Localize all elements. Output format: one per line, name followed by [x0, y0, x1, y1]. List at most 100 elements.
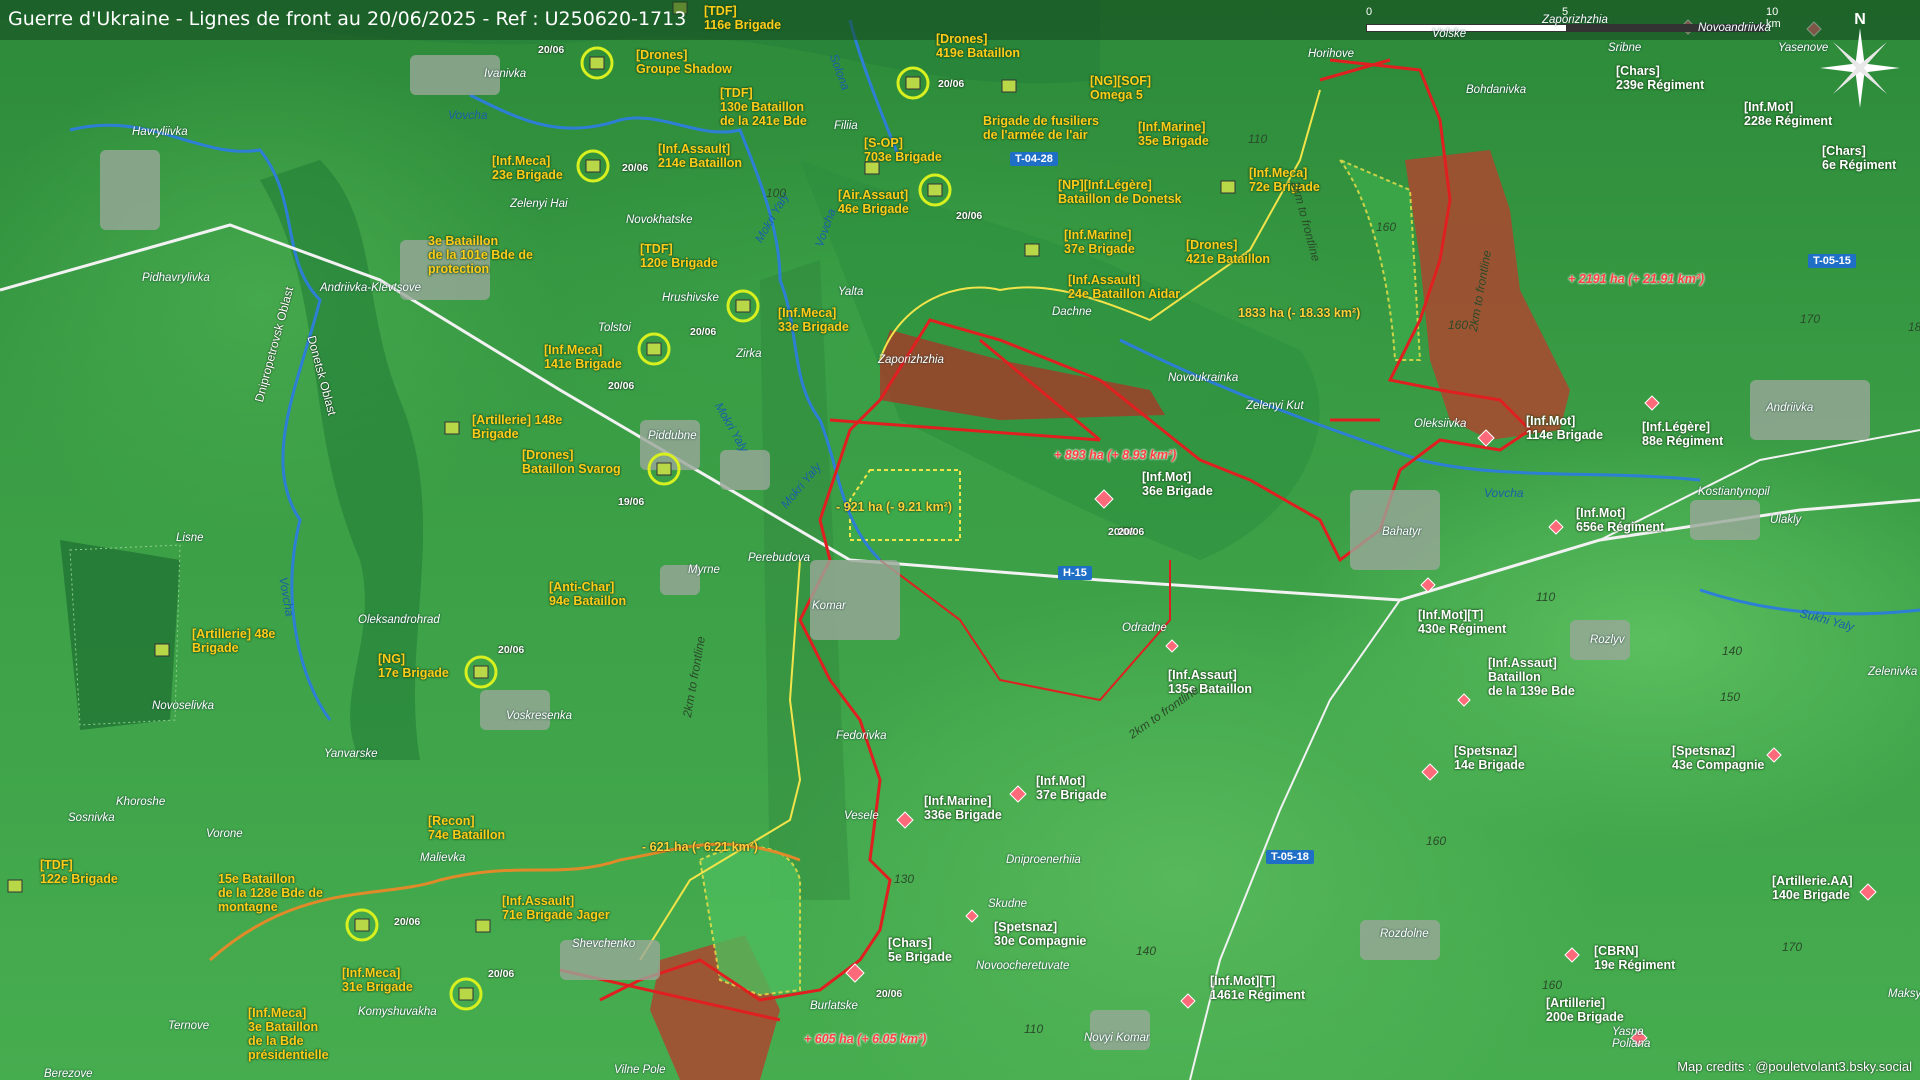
date-3: 20/06	[938, 78, 965, 90]
ua-infassault-24[interactable]: [Inf.Assault] 24e Bataillon Aidar	[1068, 273, 1180, 301]
place-ivanivka: Ivanivka	[484, 68, 527, 80]
ru-infmot-114[interactable]: [Inf.Mot] 114e Brigade	[1526, 414, 1603, 442]
road-t0515: T-05-15	[1808, 254, 1856, 268]
ua-fusiliers[interactable]: Brigade de fusiliers de l'armée de l'air	[983, 114, 1099, 142]
ru-infmot-37[interactable]: [Inf.Mot] 37e Brigade	[1036, 774, 1107, 802]
ua-infmeca-141[interactable]: [Inf.Meca] 141e Brigade	[544, 343, 622, 371]
ru-spetsnaz-43[interactable]: [Spetsnaz] 43e Compagnie	[1672, 744, 1764, 772]
map-credits: Map credits : @pouletvolant3.bsky.social	[1677, 1059, 1912, 1074]
elev-160b: 160	[1448, 318, 1469, 332]
ua-gain-1833	[1336, 157, 1422, 361]
ru-spetsnaz-30[interactable]: [Spetsnaz] 30e Compagnie	[994, 920, 1086, 948]
ua-np-donetsk[interactable]: [NP][Inf.Légère] Bataillon de Donetsk	[1058, 178, 1182, 206]
ru-artaa-140[interactable]: [Artillerie.AA] 140e Brigade	[1772, 874, 1853, 902]
ua-infmeca-33[interactable]: [Inf.Meca] 33e Brigade	[778, 306, 849, 334]
area-893: + 893 ha (+ 8.93 km²)	[1054, 448, 1177, 462]
ru-artillerie-200[interactable]: [Artillerie] 200e Brigade	[1546, 996, 1624, 1024]
elev-170b: 170	[1782, 940, 1803, 954]
place-kostiantynopil: Kostiantynopil	[1698, 486, 1770, 498]
place-vorone: Vorone	[206, 828, 243, 840]
place-zaporizhzhia: Zaporizhzhia	[878, 354, 944, 366]
ua-tdf-120[interactable]: [TDF] 120e Brigade	[640, 242, 718, 270]
place-vilne-pole: Vilne Pole	[614, 1064, 666, 1076]
scale-label-0: 0	[1366, 6, 1373, 18]
place-yanvarske: Yanvarske	[324, 748, 378, 760]
ua-drones-419[interactable]: [Drones] 419e Bataillon	[936, 32, 1020, 60]
river-vovcha-4: Vovcha	[1484, 486, 1524, 500]
place-zirka: Zirka	[736, 348, 762, 360]
ru-spetsnaz-14[interactable]: [Spetsnaz] 14e Brigade	[1454, 744, 1525, 772]
ru-infmot-36[interactable]: [Inf.Mot] 36e Brigade	[1142, 470, 1213, 498]
ua-infmeca-23[interactable]: [Inf.Meca] 23e Brigade	[492, 154, 563, 182]
ru-infassault-139[interactable]: [Inf.Assaut] Bataillon de la 139e Bde	[1488, 656, 1575, 698]
ua-airassault-46[interactable]: [Air.Assaut] 46e Brigade	[838, 188, 909, 216]
ru-chars-239[interactable]: [Chars] 239e Régiment	[1616, 64, 1704, 92]
place-lisne: Lisne	[176, 532, 204, 544]
place-berezove: Berezove	[44, 1068, 93, 1080]
ua-recon-74[interactable]: [Recon] 74e Bataillon	[428, 814, 505, 842]
ru-infmot-228[interactable]: [Inf.Mot] 228e Régiment	[1744, 100, 1832, 128]
ua-infmarine-35[interactable]: [Inf.Marine] 35e Brigade	[1138, 120, 1209, 148]
ru-chars-5[interactable]: [Chars] 5e Brigade	[888, 936, 952, 964]
ru-inflegere-88[interactable]: [Inf.Légère] 88e Régiment	[1642, 420, 1723, 448]
place-zaporizhzhia-top: Zaporizhzhia	[1542, 14, 1608, 26]
ru-infmot-656[interactable]: [Inf.Mot] 656e Régiment	[1576, 506, 1664, 534]
place-zelenyi-hai: Zelenyi Hai	[510, 198, 568, 210]
elev-160c: 160	[1426, 834, 1447, 848]
ua-tdf-116[interactable]: [TDF] 116e Brigade	[704, 4, 781, 32]
ru-infmot-1461[interactable]: [Inf.Mot][T] 1461e Régiment	[1210, 974, 1305, 1002]
area-1833: 1833 ha (- 18.33 km²)	[1238, 306, 1361, 320]
ua-tdf-130[interactable]: [TDF] 130e Bataillon de la 241e Bde	[720, 86, 807, 128]
ua-infassault-71[interactable]: [Inf.Assault] 71e Brigade Jager	[502, 894, 610, 922]
place-horihove: Horihove	[1308, 48, 1355, 60]
elev-110c: 110	[1024, 1022, 1044, 1036]
place-sosnivka: Sosnivka	[68, 812, 115, 824]
place-oleksiivka: Oleksiivka	[1414, 418, 1467, 430]
ua-ng-17[interactable]: [NG] 17e Brigade	[378, 652, 449, 680]
map-terrain	[0, 0, 1920, 1080]
ua-drones-421[interactable]: [Drones] 421e Bataillon	[1186, 238, 1270, 266]
ua-infassault-214[interactable]: [Inf.Assault] 214e Bataillon	[658, 142, 742, 170]
elev-110b: 110	[1536, 590, 1556, 604]
place-dachne: Dachne	[1052, 306, 1092, 318]
ua-artillerie-148[interactable]: [Artillerie] 148e Brigade	[472, 413, 562, 441]
place-volske: Volske	[1432, 28, 1467, 40]
date-13: 20/06	[1118, 526, 1145, 538]
ru-cbrn-19[interactable]: [CBRN] 19e Régiment	[1594, 944, 1675, 972]
ua-infmarine-37[interactable]: [Inf.Marine] 37e Brigade	[1064, 228, 1135, 256]
ru-infmot-430[interactable]: [Inf.Mot][T] 430e Régiment	[1418, 608, 1506, 636]
place-komyshuvakha: Komyshuvakha	[358, 1006, 437, 1018]
place-zelenyi-kut: Zelenyi Kut	[1246, 400, 1304, 412]
place-oleksandrohrad: Oleksandrohrad	[358, 614, 440, 626]
elev-160d: 160	[1542, 978, 1563, 992]
date-4: 20/06	[956, 210, 983, 222]
place-andriivka: Andriivka	[1766, 402, 1814, 414]
ru-infmarine-336[interactable]: [Inf.Marine] 336e Brigade	[924, 794, 1002, 822]
ua-infmeca-3[interactable]: [Inf.Meca] 3e Bataillon de la Bde présid…	[248, 1006, 329, 1062]
ua-sop-703[interactable]: [S-OP] 703e Brigade	[864, 136, 942, 164]
ua-3e-bataillon[interactable]: 3e Bataillon de la 101e Bde de protectio…	[428, 234, 533, 276]
place-filiia: Filiia	[834, 120, 858, 132]
ua-infmeca-72[interactable]: [Inf.Meca] 72e Brigade	[1249, 166, 1320, 194]
elev-160a: 160	[1376, 220, 1397, 234]
place-voskresenka: Voskresenka	[506, 710, 573, 722]
elev-140b: 140	[1136, 944, 1157, 958]
place-bahatyr: Bahatyr	[1382, 526, 1422, 538]
ua-15e-bataillon[interactable]: 15e Bataillon de la 128e Bde de montagne	[218, 872, 323, 914]
ua-drones-svarog[interactable]: [Drones] Bataillon Svarog	[522, 448, 621, 476]
ua-drones-shadow[interactable]: [Drones] Groupe Shadow	[636, 48, 732, 76]
ua-antichar-94[interactable]: [Anti-Char] 94e Bataillon	[549, 580, 626, 608]
place-yalta: Yalta	[838, 286, 864, 298]
area-621: - 621 ha (- 6.21 km²)	[642, 840, 759, 854]
ua-ng-sof[interactable]: [NG][SOF] Omega 5	[1090, 74, 1151, 102]
place-perebudova: Perebudova	[748, 552, 811, 564]
ua-artillerie-48[interactable]: [Artillerie] 48e Brigade	[192, 627, 275, 655]
road-h15: H-15	[1058, 566, 1092, 580]
ru-chars-6[interactable]: [Chars] 6e Régiment	[1822, 144, 1896, 172]
date-6: 20/06	[608, 380, 635, 392]
ua-tdf-122[interactable]: [TDF] 122e Brigade	[40, 858, 118, 886]
ua-infmeca-31[interactable]: [Inf.Meca] 31e Brigade	[342, 966, 413, 994]
map-canvas[interactable]: Guerre d'Ukraine - Lignes de front au 20…	[0, 0, 1920, 1080]
place-odradne: Odradne	[1122, 622, 1167, 634]
date-1: 20/06	[538, 44, 565, 56]
